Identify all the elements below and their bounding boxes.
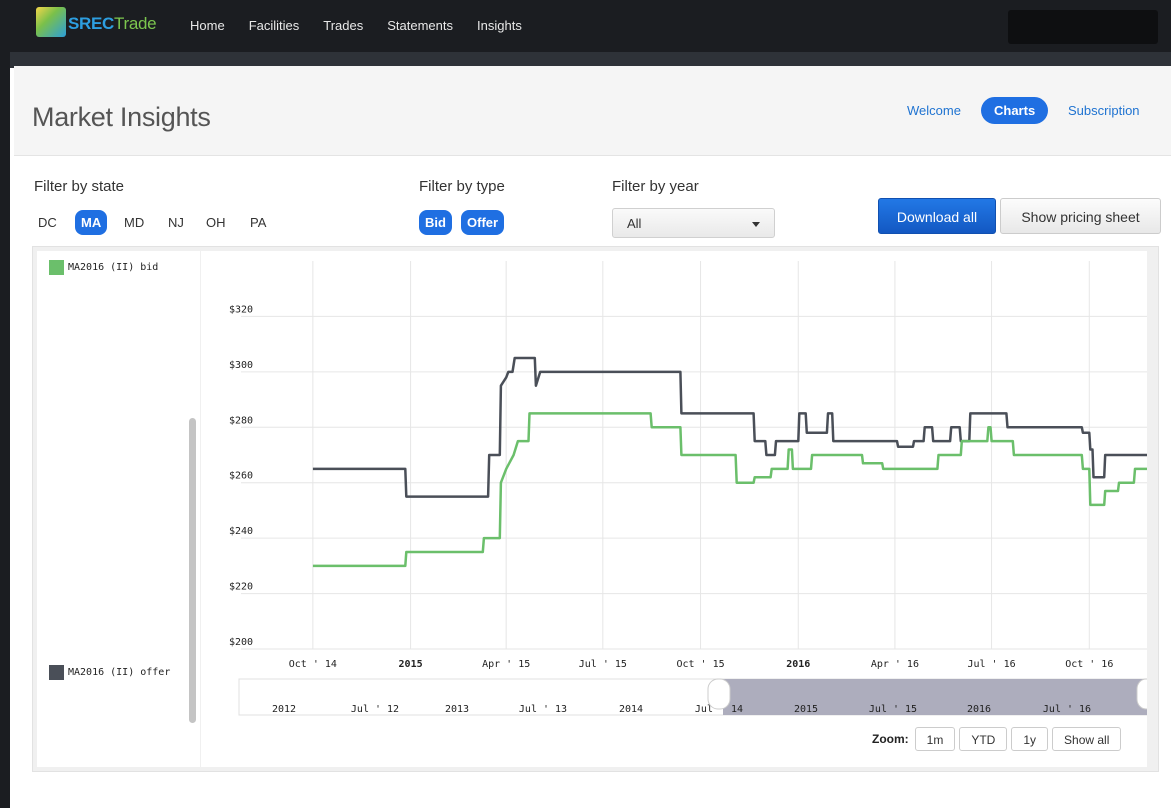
navigator-label: 2015	[794, 704, 818, 715]
tab-charts[interactable]: Charts	[981, 97, 1049, 124]
brand-name: SRECTrade	[68, 14, 157, 33]
year-select[interactable]: All	[612, 208, 775, 238]
window-frame	[0, 0, 10, 808]
zoom-1m-button[interactable]: 1m	[914, 727, 956, 751]
nav-link-statements[interactable]: Statements	[387, 18, 453, 33]
chevron-down-icon	[752, 222, 760, 227]
legend-label-bid: MA2016 (II) bid	[68, 262, 159, 273]
state-filter-label: Filter by state	[34, 178, 125, 195]
zoom-show-all-button[interactable]: Show all	[1052, 727, 1122, 751]
year-select-value: All	[627, 216, 642, 231]
nav-link-insights[interactable]: Insights	[477, 18, 522, 33]
y-tick-label: $200	[229, 637, 253, 648]
tab-welcome[interactable]: Welcome	[907, 103, 961, 118]
state-option-pa[interactable]: PA	[250, 215, 266, 230]
y-tick-label: $300	[229, 360, 253, 371]
legend-panel: MA2016 (II) bid MA2016 (II) offer	[37, 251, 200, 767]
nav-link-facilities[interactable]: Facilities	[249, 18, 300, 33]
series-line	[312, 412, 1171, 568]
navigator-handle-left	[707, 678, 731, 710]
zoom-label: Zoom:	[872, 732, 909, 746]
type-option-offer[interactable]: Offer	[461, 210, 505, 235]
legend-label-offer: MA2016 (II) offer	[68, 667, 171, 678]
price-chart: $200 $220 $240 $260 $280 $300 $320 Oct ' 14 2015…	[229, 261, 1171, 716]
tab-subscription[interactable]: Subscription	[1068, 103, 1140, 118]
y-tick-label: $260	[229, 471, 253, 482]
state-option-oh[interactable]: OH	[206, 215, 226, 230]
x-tick-label: Oct ' 16	[1065, 659, 1113, 670]
legend-swatch-bid	[49, 260, 64, 275]
navigator-label: 2013	[445, 704, 469, 715]
navigator-label: Jul ' 16	[1043, 704, 1091, 715]
zoom-1y-button[interactable]: 1y	[1011, 727, 1049, 751]
y-tick-label: $320	[229, 304, 253, 315]
navigator-label: 2016	[967, 704, 991, 715]
navigator-label: 2012	[272, 704, 296, 715]
y-tick-label: $280	[229, 415, 253, 426]
chart-plot: $200 $220 $240 $260 $280 $300 $320 Oct ' 14 2015…	[201, 251, 1171, 767]
x-tick-label: Apr ' 16	[871, 659, 919, 670]
x-tick-label: Jul ' 16	[967, 659, 1015, 670]
nav-link-home[interactable]: Home	[190, 18, 225, 33]
page-header: Market Insights Welcome Charts Subscript…	[14, 66, 1171, 156]
navigator-label: Jul ' 15	[869, 704, 917, 715]
x-tick-label: Oct ' 14	[289, 659, 337, 670]
legend-item-bid[interactable]: MA2016 (II) bid	[49, 260, 158, 275]
x-tick-label: Jul ' 15	[579, 659, 627, 670]
state-option-ma[interactable]: MA	[75, 210, 108, 235]
zoom-ytd-button[interactable]: YTD	[959, 727, 1008, 751]
navigator-label: Jul ' 13	[519, 704, 567, 715]
type-filter-label: Filter by type	[419, 178, 505, 195]
x-tick-label: 2016	[786, 659, 810, 670]
state-option-dc[interactable]: DC	[38, 215, 57, 230]
user-account-menu[interactable]	[1008, 10, 1158, 44]
y-tick-label: $240	[229, 526, 253, 537]
show-pricing-sheet-button[interactable]: Show pricing sheet	[1000, 198, 1161, 234]
top-navbar: SRECTrade Home Facilities Trades Stateme…	[10, 0, 1171, 52]
state-option-md[interactable]: MD	[124, 215, 144, 230]
app-window: SRECTrade Home Facilities Trades Stateme…	[0, 0, 1171, 808]
nav-link-trades[interactable]: Trades	[323, 18, 363, 33]
zoom-controls: Zoom: 1m YTD 1y Show all	[872, 727, 1125, 751]
download-all-button[interactable]: Download all	[878, 198, 996, 234]
navigator-label: Jul ' 12	[351, 704, 399, 715]
filter-bar: Filter by state DC MA MD NJ OH PA Filter…	[0, 156, 1171, 246]
sun-logo-icon	[36, 7, 66, 37]
state-option-nj[interactable]: NJ	[168, 215, 184, 230]
type-option-bid[interactable]: Bid	[419, 210, 452, 235]
main-nav: Home Facilities Trades Statements Insigh…	[190, 18, 546, 33]
legend-scrollbar[interactable]	[189, 418, 196, 723]
x-tick-label: Oct ' 15	[676, 659, 724, 670]
legend-item-offer[interactable]: MA2016 (II) offer	[49, 665, 170, 680]
legend-swatch-offer	[49, 665, 64, 680]
page-title: Market Insights	[32, 102, 211, 132]
x-tick-label: Apr ' 15	[482, 659, 530, 670]
year-filter-label: Filter by year	[612, 178, 699, 195]
navigator-handle-right	[1136, 678, 1156, 710]
navigator-label: 2014	[619, 704, 643, 715]
brand-logo[interactable]: SRECTrade	[36, 4, 186, 42]
y-tick-label: $220	[229, 582, 253, 593]
x-tick-label: 2015	[399, 659, 423, 670]
